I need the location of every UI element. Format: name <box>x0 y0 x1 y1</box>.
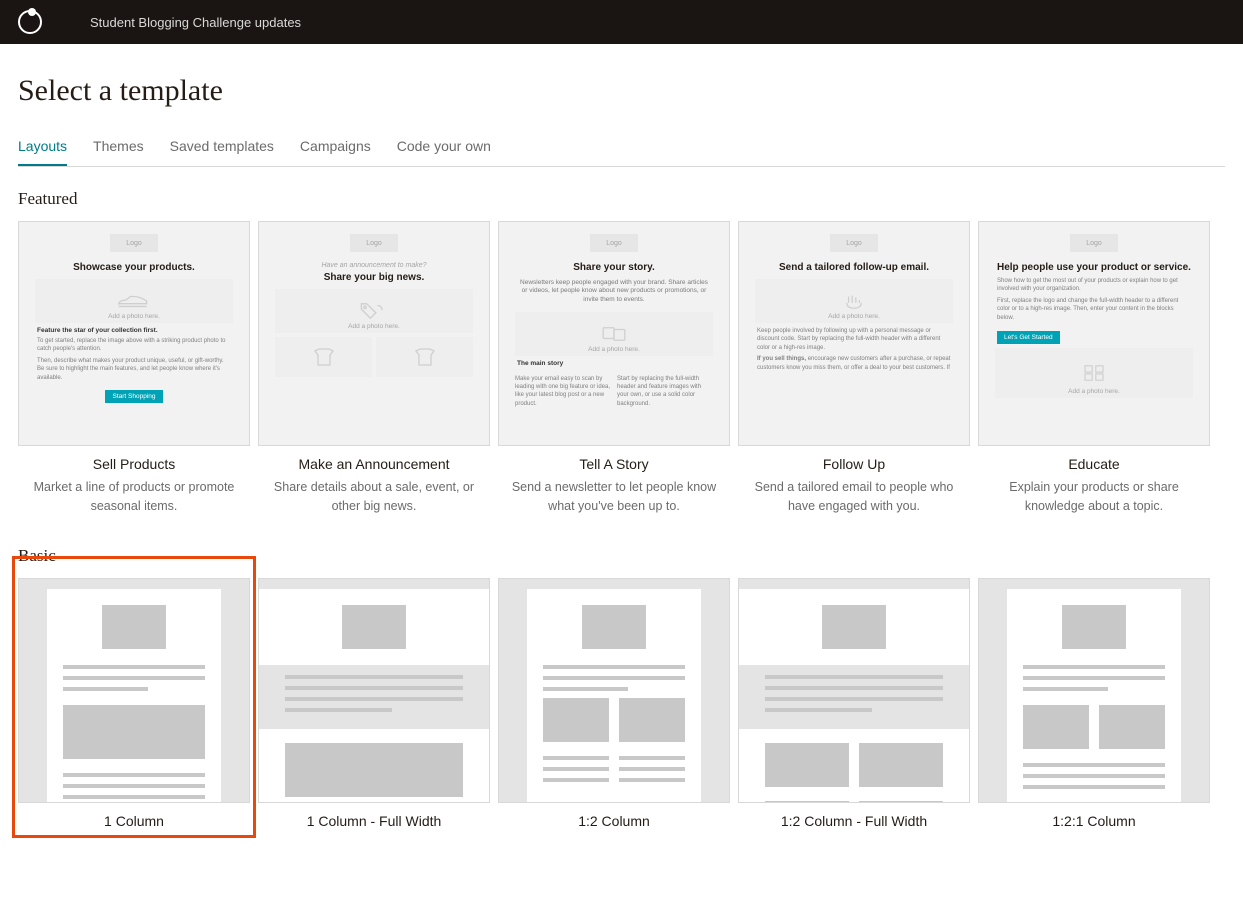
wave-icon <box>836 290 872 312</box>
preview-row <box>275 337 473 377</box>
template-title: Follow Up <box>738 456 970 472</box>
logo-placeholder: Logo <box>1070 234 1118 252</box>
template-1-2-column[interactable]: 1:2 Column <box>498 578 730 829</box>
template-thumb: Logo Have an announcement to make? Share… <box>258 221 490 446</box>
template-1-column[interactable]: 1 Column <box>18 578 250 829</box>
logo-placeholder: Logo <box>110 234 158 252</box>
photo-placeholder: Add a photo here. <box>35 279 233 323</box>
breadcrumb[interactable]: Student Blogging Challenge updates <box>90 15 301 30</box>
photo-placeholder: Add a photo here. <box>275 289 473 333</box>
shoe-icon <box>116 290 152 312</box>
featured-grid: Logo Showcase your products. Add a photo… <box>18 221 1225 516</box>
template-title: Make an Announcement <box>258 456 490 472</box>
template-desc: Send a tailored email to people who have… <box>738 478 970 516</box>
preview-headline: Share your big news. <box>269 272 479 283</box>
logo-placeholder: Logo <box>590 234 638 252</box>
page-title: Select a template <box>18 74 1225 108</box>
template-thumb: Logo Help people use your product or ser… <box>978 221 1210 446</box>
preview-text: Show how to get the most out of your pro… <box>997 277 1191 294</box>
template-1-column-full-width[interactable]: 1 Column - Full Width <box>258 578 490 829</box>
preview-text: Keep people involved by following up wit… <box>757 327 951 352</box>
tab-bar: Layouts Themes Saved templates Campaigns… <box>18 138 1225 167</box>
template-desc: Explain your products or share knowledge… <box>978 478 1210 516</box>
shirt-icon <box>309 347 339 367</box>
page-body: Select a template Layouts Themes Saved t… <box>0 44 1243 899</box>
template-desc: Send a newsletter to let people know wha… <box>498 478 730 516</box>
preview-bold: The main story <box>517 360 711 367</box>
preview-headline: Help people use your product or service. <box>997 262 1191 273</box>
preview-cta: Start Shopping <box>105 390 162 403</box>
template-thumb: Logo Showcase your products. Add a photo… <box>18 221 250 446</box>
tab-code-your-own[interactable]: Code your own <box>397 138 491 166</box>
template-thumb <box>738 578 970 803</box>
preview-cta: Let's Get Started <box>997 331 1060 344</box>
grid-icon <box>1076 362 1112 384</box>
tag-icon <box>356 300 392 322</box>
template-title: 1 Column <box>18 813 250 829</box>
template-make-announcement[interactable]: Logo Have an announcement to make? Share… <box>258 221 490 516</box>
template-1-2-1-column[interactable]: 1:2:1 Column <box>978 578 1210 829</box>
photos-icon <box>596 323 632 345</box>
shirt-icon <box>410 347 440 367</box>
template-thumb <box>18 578 250 803</box>
template-1-2-column-full-width[interactable]: 1:2 Column - Full Width <box>738 578 970 829</box>
preview-bold: Feature the star of your collection firs… <box>37 327 231 334</box>
template-title: 1 Column - Full Width <box>258 813 490 829</box>
template-sell-products[interactable]: Logo Showcase your products. Add a photo… <box>18 221 250 516</box>
logo-placeholder: Logo <box>350 234 398 252</box>
logo-placeholder: Logo <box>830 234 878 252</box>
preview-text: Then, describe what makes your product u… <box>37 357 231 382</box>
template-desc: Share details about a sale, event, or ot… <box>258 478 490 516</box>
template-title: 1:2 Column - Full Width <box>738 813 970 829</box>
photo-placeholder: Add a photo here. <box>755 279 953 323</box>
template-follow-up[interactable]: Logo Send a tailored follow-up email. Ad… <box>738 221 970 516</box>
template-thumb <box>978 578 1210 803</box>
tab-layouts[interactable]: Layouts <box>18 138 67 166</box>
template-thumb: Logo Send a tailored follow-up email. Ad… <box>738 221 970 446</box>
template-educate[interactable]: Logo Help people use your product or ser… <box>978 221 1210 516</box>
template-thumb: Logo Share your story. Newsletters keep … <box>498 221 730 446</box>
section-title-featured: Featured <box>18 189 1225 209</box>
preview-text: To get started, replace the image above … <box>37 337 231 354</box>
preview-sub: Newsletters keep people engaged with you… <box>519 279 709 304</box>
preview-headline: Send a tailored follow-up email. <box>769 262 939 273</box>
template-title: Tell A Story <box>498 456 730 472</box>
preview-text: First, replace the logo and change the f… <box>997 297 1191 322</box>
template-title: 1:2:1 Column <box>978 813 1210 829</box>
preview-headline: Share your story. <box>509 262 719 273</box>
tab-themes[interactable]: Themes <box>93 138 144 166</box>
mailchimp-logo-icon[interactable] <box>18 10 42 34</box>
template-tell-story[interactable]: Logo Share your story. Newsletters keep … <box>498 221 730 516</box>
template-thumb <box>498 578 730 803</box>
template-thumb <box>258 578 490 803</box>
photo-placeholder: Add a photo here. <box>515 312 713 356</box>
template-title: Educate <box>978 456 1210 472</box>
template-title: 1:2 Column <box>498 813 730 829</box>
section-title-basic: Basic <box>18 546 1225 566</box>
tab-campaigns[interactable]: Campaigns <box>300 138 371 166</box>
template-title: Sell Products <box>18 456 250 472</box>
preview-headline: Showcase your products. <box>29 262 239 273</box>
template-desc: Market a line of products or promote sea… <box>18 478 250 516</box>
preview-ital: Have an announcement to make? <box>269 262 479 269</box>
photo-placeholder: Add a photo here. <box>995 348 1193 398</box>
basic-grid: 1 Column 1 Column - Full Width <box>18 578 1225 829</box>
top-bar: Student Blogging Challenge updates <box>0 0 1243 44</box>
preview-text: If you sell things, encourage new custom… <box>757 355 951 372</box>
tab-saved-templates[interactable]: Saved templates <box>170 138 274 166</box>
